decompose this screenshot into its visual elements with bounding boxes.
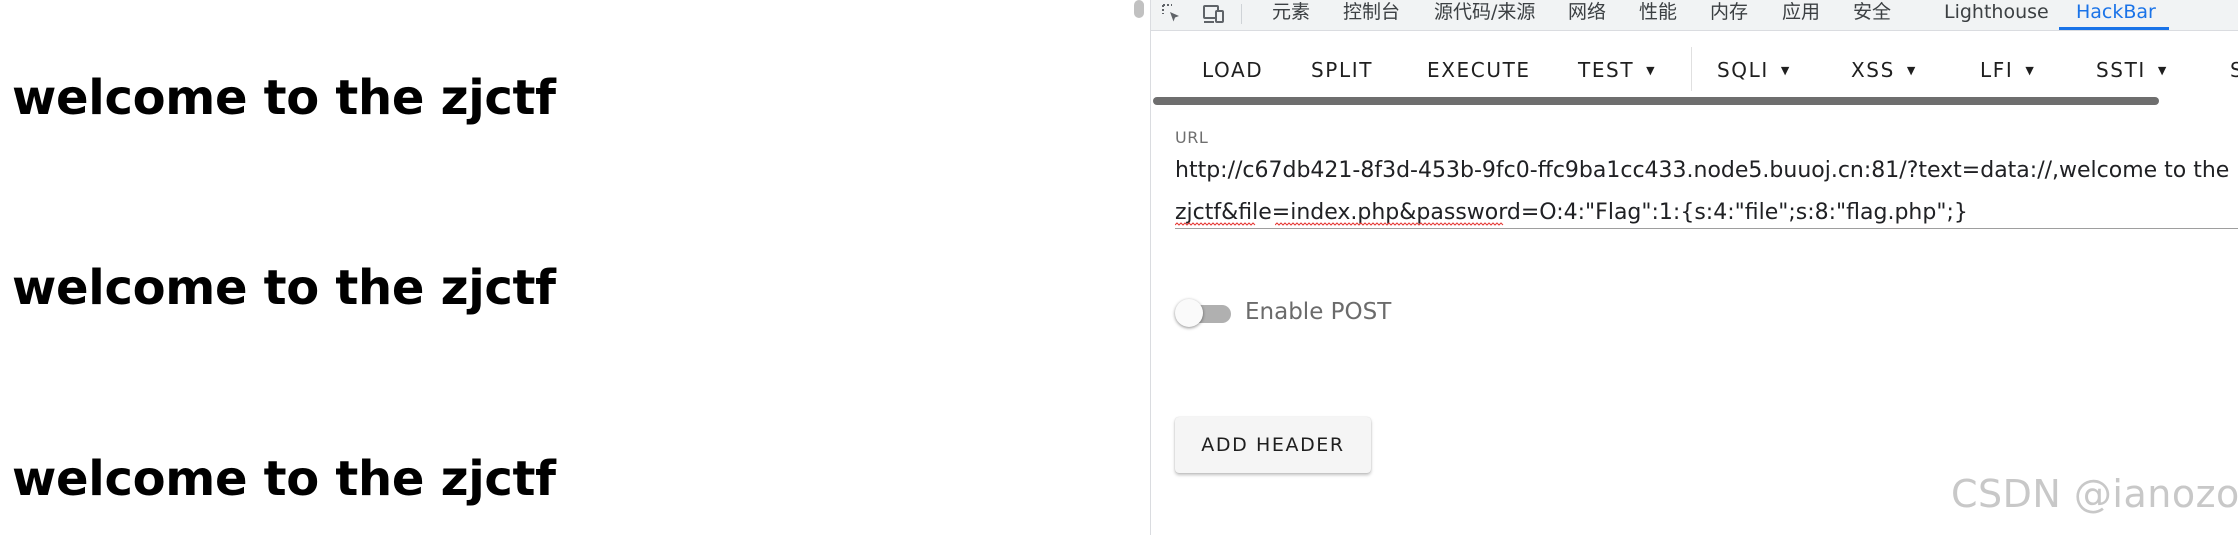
toolbar-divider [1241,4,1242,24]
tab-console[interactable]: 控制台 [1343,0,1400,30]
toggle-knob [1175,299,1203,327]
device-toolbar-icon[interactable] [1201,2,1227,26]
tab-network[interactable]: 网络 [1568,0,1606,30]
caret-down-icon: ▼ [1780,64,1790,77]
tab-security[interactable]: 安全 [1853,0,1891,30]
overflow-menu-button[interactable]: S [2230,55,2238,85]
devtools-panel: 元素 控制台 源代码/来源 网络 性能 内存 应用 安全 Lighthouse … [1151,0,2238,535]
spellcheck-underline [1275,222,1504,226]
lfi-label: LFI [1980,58,2014,82]
caret-down-icon: ▼ [2025,64,2034,77]
tab-performance[interactable]: 性能 [1639,0,1677,30]
page-content: welcome to the zjctf welcome to the zjct… [0,0,1140,535]
toolbar-divider [1691,47,1692,91]
hackbar-toolbar: LOAD SPLIT EXECUTE TEST ▼ SQLI ▼ XSS ▼ LFI ▼… [1151,31,2238,99]
spellcheck-underline [1175,222,1256,226]
tab-hackbar[interactable]: HackBar [2076,0,2156,30]
ssti-label: SSTI [2096,58,2146,82]
welcome-heading: welcome to the zjctf [12,70,556,126]
tab-memory[interactable]: 内存 [1710,0,1748,30]
sqli-menu-button[interactable]: SQLI ▼ [1717,55,1789,85]
execute-button[interactable]: EXECUTE [1427,55,1531,85]
caret-down-icon: ▼ [1646,64,1655,77]
devtools-tabbar: 元素 控制台 源代码/来源 网络 性能 内存 应用 安全 Lighthouse … [1151,0,2238,31]
tab-sources[interactable]: 源代码/来源 [1434,0,1535,30]
xss-label: XSS [1851,58,1895,82]
test-label: TEST [1578,58,1635,82]
lfi-menu-button[interactable]: LFI ▼ [1980,55,2034,85]
xss-menu-button[interactable]: XSS ▼ [1851,55,1915,85]
split-button[interactable]: SPLIT [1311,55,1373,85]
tab-lighthouse[interactable]: Lighthouse [1944,0,2049,30]
page-scrollbar[interactable] [1134,0,1144,18]
url-label: URL [1175,128,1209,147]
ssti-menu-button[interactable]: SSTI ▼ [2096,55,2166,85]
test-menu-button[interactable]: TEST ▼ [1578,55,1655,85]
add-header-button[interactable]: ADD HEADER [1175,417,1371,473]
welcome-heading: welcome to the zjctf [12,260,556,316]
tab-elements[interactable]: 元素 [1272,0,1310,30]
sqli-label: SQLI [1717,58,1769,82]
tab-application[interactable]: 应用 [1782,0,1820,30]
inspect-element-icon[interactable] [1159,2,1185,26]
enable-post-label[interactable]: Enable POST [1245,299,1391,325]
caret-down-icon: ▼ [1906,64,1916,77]
enable-post-toggle[interactable] [1175,298,1235,328]
load-button[interactable]: LOAD [1202,55,1263,85]
caret-down-icon: ▼ [2157,64,2167,77]
watermark: CSDN @ianozo [1951,472,2238,516]
active-tab-indicator [2059,27,2169,30]
toolbar-scrollbar[interactable] [1153,97,2159,105]
url-field-underline [1175,228,2238,229]
welcome-heading: welcome to the zjctf [12,451,556,507]
